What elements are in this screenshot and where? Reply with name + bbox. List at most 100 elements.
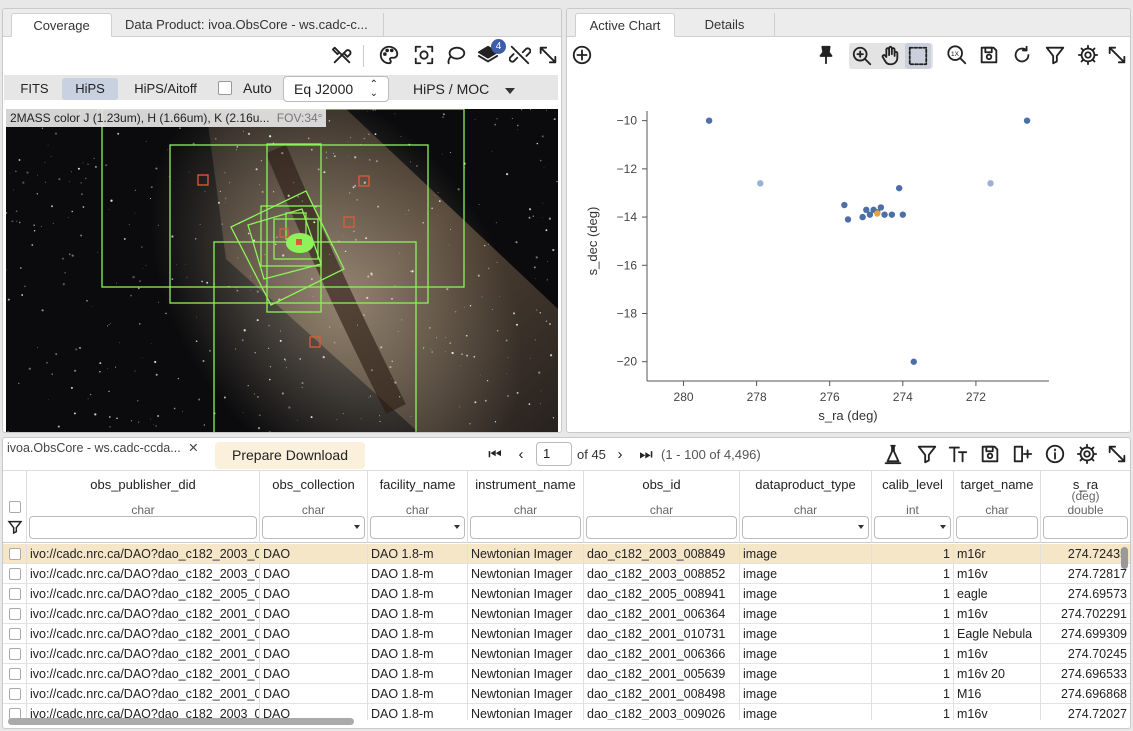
column-filter-input[interactable] — [29, 516, 257, 539]
row-checkbox[interactable] — [9, 568, 21, 580]
expand-icon[interactable] — [535, 42, 561, 68]
scatter-point[interactable] — [757, 180, 764, 187]
column-header-s-ra[interactable]: s_ra (deg) double — [1041, 471, 1130, 543]
close-icon[interactable]: ✕ — [188, 441, 198, 455]
scatter-point[interactable] — [910, 358, 917, 365]
column-header-calib-level[interactable]: calib_level int — [872, 471, 954, 543]
last-page-icon[interactable]: ⏭ — [637, 445, 655, 463]
table-save-icon[interactable] — [977, 441, 1003, 467]
pin-icon[interactable] — [813, 42, 839, 68]
chart-expand-icon[interactable] — [1104, 42, 1130, 68]
table-settings-icon[interactable] — [1074, 441, 1100, 467]
scatter-point[interactable] — [881, 211, 888, 218]
row-checkbox[interactable] — [9, 608, 21, 620]
scatter-chart[interactable]: 280 278 276 274 272 −10 −12 −14 −16 −18 −20 s_ra (… — [567, 75, 1130, 431]
table-row[interactable]: ivo://cadc.nrc.ca/DAO?dao_c182_2001_0063… — [3, 604, 1130, 624]
column-header-target-name[interactable]: target_name char — [954, 471, 1041, 543]
column-filter-input[interactable] — [874, 516, 951, 539]
text-format-icon[interactable] — [945, 441, 971, 467]
column-filter-input[interactable] — [470, 516, 581, 539]
table-row[interactable]: ivo://cadc.nrc.ca/DAO?dao_c182_2003_0088… — [3, 544, 1130, 564]
hips-image-viewer[interactable]: 2MASS color J (1.23um), H (1.66um), K (2… — [6, 109, 558, 432]
hips-aitoff-tab[interactable]: HiPS/Aitoff — [118, 78, 213, 100]
column-header-obs-id[interactable]: obs_id char — [584, 471, 740, 543]
box-select-icon[interactable] — [905, 43, 931, 69]
table-row[interactable]: ivo://cadc.nrc.ca/DAO?dao_c182_2001_0107… — [3, 624, 1130, 644]
header-filter-icon[interactable] — [7, 519, 23, 538]
star — [234, 348, 237, 350]
zoom-icon[interactable] — [849, 43, 875, 69]
column-filter-input[interactable] — [370, 516, 465, 539]
table-row[interactable]: ivo://cadc.nrc.ca/DAO?dao_c182_2001_0056… — [3, 664, 1130, 684]
column-filter-input[interactable] — [586, 516, 737, 539]
page-input[interactable]: 1 — [536, 442, 572, 466]
column-header-instrument-name[interactable]: instrument_name char — [468, 471, 584, 543]
row-checkbox[interactable] — [9, 628, 21, 640]
tools-icon[interactable] — [329, 42, 355, 68]
row-checkbox[interactable] — [9, 688, 21, 700]
scatter-point[interactable] — [844, 216, 852, 223]
scatter-point[interactable] — [895, 184, 903, 192]
pan-hand-icon[interactable] — [877, 43, 903, 69]
prev-page-icon[interactable]: ‹ — [512, 445, 530, 463]
add-chart-icon[interactable] — [569, 42, 595, 68]
table-row[interactable]: ivo://cadc.nrc.ca/DAO?dao_c182_2001_0063… — [3, 644, 1130, 664]
scatter-point[interactable] — [841, 201, 848, 209]
filter-icon[interactable] — [1042, 42, 1068, 68]
row-checkbox[interactable] — [9, 548, 21, 560]
next-page-icon[interactable]: › — [611, 445, 629, 463]
row-checkbox[interactable] — [9, 648, 21, 660]
reset-icon[interactable] — [1009, 42, 1035, 68]
column-header-facility-name[interactable]: facility_name char — [368, 471, 468, 543]
column-filter-input[interactable] — [262, 516, 365, 539]
lasso-select-icon[interactable] — [443, 42, 469, 68]
column-filter-input[interactable] — [1043, 516, 1128, 539]
tab-coverage[interactable]: Coverage — [11, 13, 112, 37]
hips-moc-menu[interactable]: HiPS / MOC — [397, 76, 527, 102]
table-row[interactable]: ivo://cadc.nrc.ca/DAO?dao_c182_2001_0084… — [3, 684, 1130, 704]
scatter-point[interactable] — [866, 211, 874, 218]
scatter-point[interactable] — [899, 211, 907, 218]
row-checkbox[interactable] — [9, 588, 21, 600]
vertical-scrollbar[interactable] — [1121, 547, 1128, 569]
coord-system-select[interactable]: Eq J2000 ⌃ ⌄ — [283, 76, 389, 102]
star — [496, 261, 498, 264]
tab-details[interactable]: Details — [675, 13, 775, 37]
column-filter-input[interactable] — [742, 516, 869, 539]
first-page-icon[interactable]: ⏮ — [486, 445, 504, 463]
hips-tab[interactable]: HiPS — [62, 78, 118, 100]
scatter-point[interactable] — [705, 117, 713, 124]
save-icon[interactable] — [976, 42, 1002, 68]
fits-tab[interactable]: FITS — [7, 78, 62, 100]
tab-data-product[interactable]: Data Product: ivoa.ObsCore - ws.cadc-c..… — [112, 13, 384, 37]
table-row[interactable]: ivo://cadc.nrc.ca/DAO?dao_c182_2003_0088… — [3, 564, 1130, 584]
recenter-icon[interactable] — [411, 42, 437, 68]
info-icon[interactable] — [1042, 441, 1068, 467]
row-checkbox[interactable] — [9, 668, 21, 680]
horizontal-scrollbar[interactable] — [8, 718, 354, 725]
star — [349, 136, 352, 139]
prepare-download-button[interactable]: Prepare Download — [215, 442, 365, 469]
table-filter-icon[interactable] — [914, 441, 940, 467]
auto-checkbox[interactable] — [218, 81, 232, 95]
table-expand-icon[interactable] — [1104, 441, 1130, 467]
chart-from-table-icon[interactable] — [880, 441, 906, 467]
table-row[interactable]: ivo://cadc.nrc.ca/DAO?dao_c182_2005_0089… — [3, 584, 1130, 604]
tab-active-chart[interactable]: Active Chart — [575, 13, 675, 37]
column-filter-input[interactable] — [956, 516, 1038, 539]
table-tab[interactable]: ivoa.ObsCore - ws.cadc-ccda... ✕ — [3, 438, 203, 462]
column-header-dataproduct-type[interactable]: dataproduct_type char — [740, 471, 872, 543]
scatter-point[interactable] — [888, 211, 896, 218]
column-header-obs-collection[interactable]: obs_collection char — [260, 471, 368, 543]
add-column-icon[interactable] — [1010, 441, 1036, 467]
scatter-point[interactable] — [987, 180, 994, 187]
select-all-checkbox[interactable] — [9, 501, 21, 513]
settings-gear-icon[interactable] — [1075, 42, 1101, 68]
palette-icon[interactable] — [376, 42, 402, 68]
scatter-point[interactable] — [859, 213, 866, 221]
zoom-1x-icon[interactable]: 1X — [944, 42, 970, 68]
scatter-point[interactable] — [874, 210, 881, 217]
column-header-obs-publisher-did[interactable]: obs_publisher_did char — [27, 471, 260, 543]
scatter-point[interactable] — [1023, 117, 1031, 124]
unlink-icon[interactable] — [507, 42, 533, 68]
